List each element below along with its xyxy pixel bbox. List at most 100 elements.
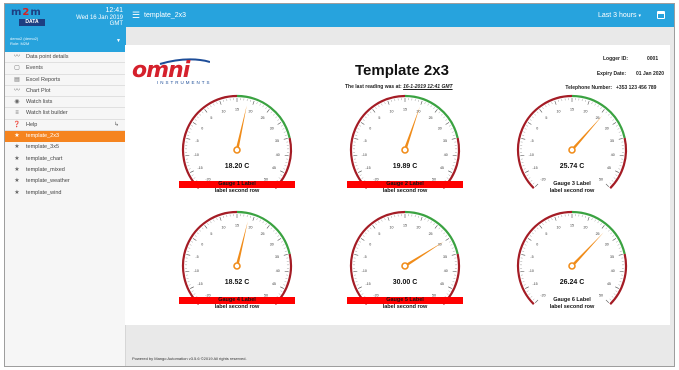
gauge-tick [266,109,270,113]
gauge-tick-label: 5 [210,116,212,120]
sidebar-item-template-wind[interactable]: ★ template_wind [5,188,126,199]
gauge-tick-label: 25 [261,232,265,236]
gauge-minor-tick [250,99,252,102]
page-title: Template 2x3 [355,62,449,79]
gauge-minor-tick [193,293,196,295]
m2m-data-logo[interactable]: m2m DATA [10,7,54,27]
gauge-minor-tick [526,241,529,243]
gauge-rim-low [181,210,238,305]
external-link-icon[interactable]: ↳ [114,120,119,131]
gauge-dial: -20-15-10-505101520253035404550 [516,210,628,305]
gauge-minor-tick [265,107,267,110]
gauge-tick-label: 15 [235,107,239,111]
gauge-minor-tick [441,113,443,116]
gauge-minor-tick [605,111,608,114]
clock-time: 12:41 [105,7,123,14]
gauge-tick [618,138,623,140]
gauge-minor-tick [361,177,364,179]
gauge-minor-tick [524,128,527,130]
gauge-tick [190,286,194,289]
user-info[interactable]: demo2 (demo2) Role: M2M [10,36,38,46]
sidebar-item-label: template_2x3 [26,133,60,140]
gauge-minor-tick [284,250,287,252]
gauge-minor-tick [259,103,261,106]
gauge-minor-tick [191,241,194,243]
gauge-minor-tick [450,128,453,130]
sidebar-item-template-mixed[interactable]: ★ template_mixed [5,165,126,176]
gauge-value: 26.24 C [559,279,585,286]
gauge-minor-tick [528,177,531,179]
gauge-tick-label: 30 [605,242,609,246]
sidebar-item-help[interactable]: ❓ Help ↳ [5,120,126,132]
gauge-tick-label: 15 [403,107,407,111]
sidebar-item-data-point-details[interactable]: 〰 Data point details [5,52,126,64]
sidebar-item-watch-list-builder[interactable]: ≡ Watch list builder [5,108,126,120]
gauge-tick-label: -10 [362,269,367,273]
gauge-minor-tick [280,174,283,176]
sidebar-item-template-weather[interactable]: ★ template_weather [5,176,126,187]
gauge-6: -20 -15 -10 -5 0 5 10 15 20 25 30 35 40 45 50 26.24 C Ga… [510,208,634,328]
gauge-minor-tick [612,235,615,237]
gauge-tick [554,216,557,221]
gauge-minor-tick [355,134,358,136]
gauge-needle-hub [568,262,576,270]
sidebar-item-chart-plot[interactable]: 〰 Chart Plot [5,86,126,98]
gauge-tick [190,170,194,173]
gauge-dial: -20-15-10-505101520253035404550 [516,94,628,189]
sidebar-item-events[interactable]: ▢ Events [5,63,126,75]
gauge-tick [358,170,362,173]
gauge-minor-tick [256,102,258,105]
gauge-minor-tick [222,99,224,102]
gauge-minor-tick [381,219,383,222]
gauge-minor-tick [542,223,544,226]
calendar-icon[interactable] [657,11,665,19]
gauge-tick-label: 25 [429,232,433,236]
gauge-tick [521,138,526,140]
gauge-label: Gauge 1 Label [179,181,295,188]
sidebar-item-excel-reports[interactable]: ▤ Excel Reports [5,75,126,86]
gauge-minor-tick [188,131,191,133]
gauge-rim-low [349,94,406,189]
hamburger-menu-icon[interactable]: ☰ [132,9,140,21]
user-menu-caret-icon[interactable]: ▼ [116,38,121,44]
gauge-minor-tick [216,218,218,221]
gauge-minor-tick [424,218,426,221]
sidebar-item-template-3x5[interactable]: ★ template_3x5 [5,142,126,153]
gauge-minor-tick [283,247,286,249]
sidebar-item-label: template_wind [26,189,62,196]
gauge-tick [252,216,255,221]
gauge-minor-tick [594,219,596,222]
gauge-minor-tick [585,99,587,102]
gauge-minor-tick [189,244,192,246]
gauge-tick [539,225,543,229]
gauge-tick-label: 35 [275,255,279,259]
gauge-minor-tick [194,119,197,121]
gauge-minor-tick [362,119,365,121]
gauge-tick [283,138,288,140]
gauge-tick-label: 0 [201,242,203,246]
time-range-select[interactable]: Last 3 hours ▾ [598,4,641,28]
gauge-minor-tick [356,131,359,133]
gauge-needle-hub [233,146,241,154]
telephone-value: +353 123 456 789 [616,85,657,91]
gauge-tick-label: 30 [270,242,274,246]
sidebar-item-watch-lists[interactable]: ◉ Watch lists [5,97,126,109]
eye-icon: ◉ [14,99,20,106]
gauge-minor-tick [357,244,360,246]
gauge-minor-tick [618,247,621,249]
gauge-minor-tick [196,232,199,235]
gauge-tick [445,238,450,241]
gauge-minor-tick [594,103,596,106]
gauge-tick [601,225,605,229]
gauge-minor-tick [534,229,536,232]
sidebar-item-template-chart[interactable]: ★ template_chart [5,154,126,165]
sidebar-item-template-2x3[interactable]: ★ template_2x3 [5,131,126,143]
gauge-minor-tick [619,250,622,252]
gauge-3: -20 -15 -10 -5 0 5 10 15 20 25 30 35 40 45 50 25.74 C Ga… [510,92,634,212]
gauge-minor-tick [557,215,559,218]
gauge-tick [615,170,619,173]
gauge-tick-label: -5 [530,255,533,259]
gauge-tick [420,216,423,221]
gauge-tick-label: 25 [596,232,600,236]
gauge-tick [372,109,376,113]
